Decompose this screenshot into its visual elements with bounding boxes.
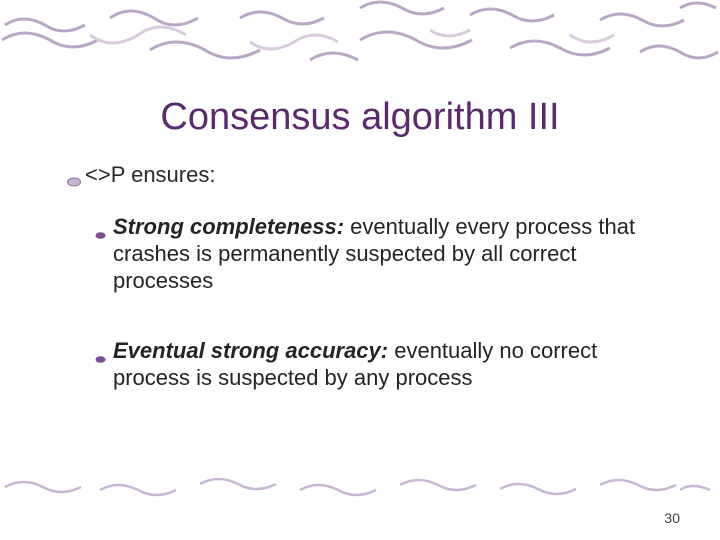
bullet-level2: Strong completeness: eventually every pr…	[113, 214, 645, 294]
bullet-icon	[67, 169, 81, 183]
decorative-motif-top	[0, 0, 720, 70]
slide: Consensus algorithm III <>P ensures: Str…	[0, 0, 720, 540]
bullet-level1: <>P ensures:	[85, 162, 645, 188]
slide-body: <>P ensures: Strong completeness: eventu…	[85, 162, 645, 436]
bullet-icon	[95, 345, 106, 356]
bullet-headline: Strong completeness:	[113, 214, 344, 239]
slide-title: Consensus algorithm III	[0, 96, 720, 139]
bullet-level2: Eventual strong accuracy: eventually no …	[113, 338, 645, 392]
bullet-headline: Eventual strong accuracy:	[113, 338, 388, 363]
decorative-motif-bottom	[0, 472, 720, 502]
bullet-text: <>P ensures:	[85, 162, 215, 187]
bullet-icon	[95, 221, 106, 232]
page-number: 30	[664, 510, 680, 526]
